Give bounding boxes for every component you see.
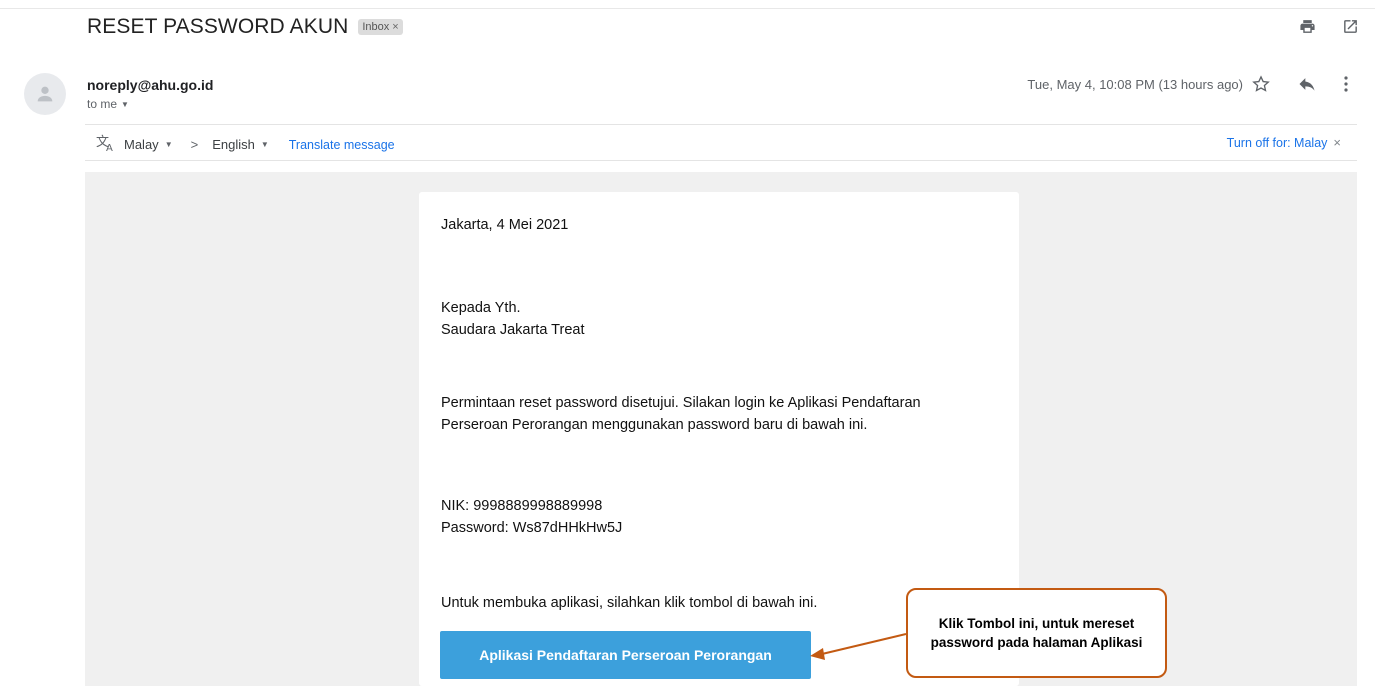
annotation-callout: Klik Tombol ini, untuk mereset password …: [906, 588, 1167, 678]
annotation-line-2: password pada halaman Aplikasi: [930, 635, 1143, 650]
annotation-line-1: Klik Tombol ini, untuk mereset: [938, 616, 1135, 631]
annotation-arrow: [810, 633, 907, 660]
